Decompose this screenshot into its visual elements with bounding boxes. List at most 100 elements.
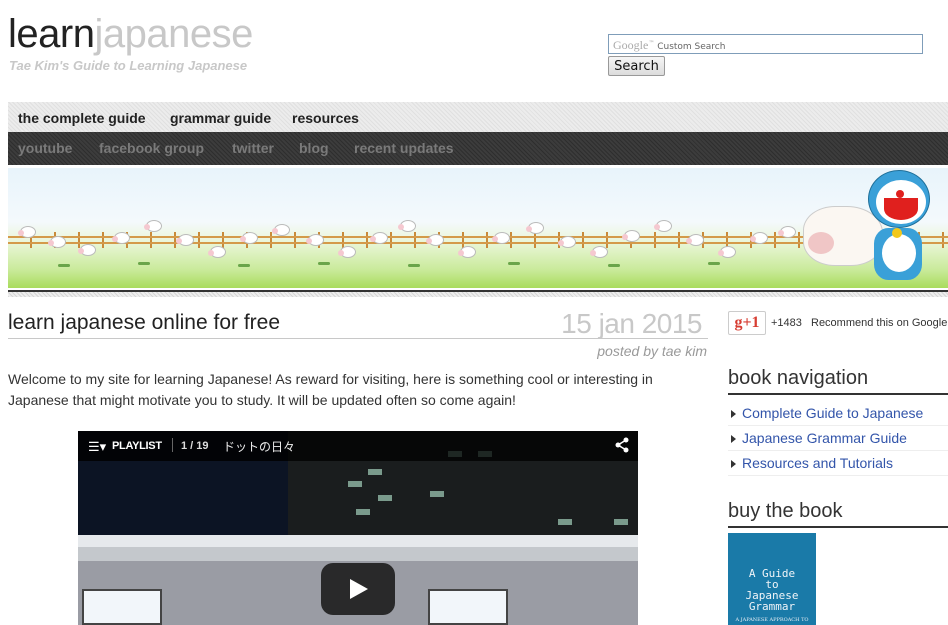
station-sign [428,589,508,625]
post-title-rule [8,338,708,339]
search-input[interactable]: Google™ Custom Search [608,34,923,54]
trademark-mark: ™ [648,40,655,47]
sheep-icon [622,230,640,242]
window [356,509,370,515]
playlist-menu-icon[interactable]: ☰▾ [88,439,106,455]
sheep-icon [750,232,768,244]
site-tagline: Tae Kim's Guide to Learning Japanese [9,58,248,73]
sheep-icon [78,244,96,256]
video-frame-sky [78,461,288,536]
playlist-position: 1 / 19 [181,440,209,452]
book-navigation-heading: book navigation [728,367,869,389]
window [348,481,362,487]
google-brand: Google [613,38,649,52]
sheep-icon [558,236,576,248]
bullet-arrow-icon [731,460,736,468]
window [378,495,392,501]
search-button[interactable]: Search [608,56,665,76]
buy-the-book-heading: buy the book [728,500,843,522]
sheep-icon [176,234,194,246]
book-navigation-list: Complete Guide to Japanese Japanese Gram… [728,401,948,476]
secondary-nav: youtube facebook group twitter blog rece… [8,132,948,165]
book-nav-item[interactable]: Japanese Grammar Guide [728,426,948,451]
sheep-icon [654,220,672,232]
cartoon-robot-nose [896,190,904,198]
post-body: Welcome to my site for learning Japanese… [8,371,653,408]
sheep-icon [272,224,290,236]
grass [318,262,330,265]
sheep-icon [338,246,356,258]
window [430,491,444,497]
bell-icon [892,228,902,238]
logo-learn: learn [8,12,95,56]
book-nav-link-grammar-guide[interactable]: Japanese Grammar Guide [742,430,907,446]
grass [508,262,520,265]
grass [238,264,250,267]
google-plus-label: Recommend this on Google [811,317,948,329]
video-player[interactable]: ☰▾ PLAYLIST 1 / 19 ドットの日々 [78,431,638,625]
nav-twitter[interactable]: twitter [232,140,274,156]
header-banner [8,168,948,288]
bullet-arrow-icon [731,435,736,443]
grass [608,264,620,267]
book-cover-image[interactable]: A Guide to Japanese Grammar A JAPANESE A… [728,533,816,625]
post-title: learn japanese online for free [8,311,281,334]
site-logo[interactable]: learnjapanese [8,12,253,56]
nav-complete-guide[interactable]: the complete guide [18,110,146,126]
sheep-icon [686,234,704,246]
buy-the-book-rule [728,526,948,528]
video-frame-roof [78,547,638,561]
sheep-icon [48,236,66,248]
sheep-icon [778,226,796,238]
bullet-arrow-icon [731,410,736,418]
nav-recent-updates[interactable]: recent updates [354,140,454,156]
sheep-icon [426,234,444,246]
sheep-icon [492,232,510,244]
sheep-icon [398,220,416,232]
nav-facebook-group[interactable]: facebook group [99,140,204,156]
search-placeholder: Custom Search [657,42,726,52]
banner-divider-hatch [8,292,948,297]
primary-nav: the complete guide grammar guide resourc… [8,102,948,132]
grass [408,264,420,267]
book-nav-item[interactable]: Complete Guide to Japanese [728,401,948,426]
separator [172,438,173,452]
sheep-icon [370,232,388,244]
google-plus-button[interactable]: g+1 [728,311,766,335]
cartoon-robot-belly [882,234,916,272]
sheep-icon [458,246,476,258]
nav-blog[interactable]: blog [299,140,329,156]
grass [138,262,150,265]
post-date: 15 jan 2015 [561,308,702,339]
nav-youtube[interactable]: youtube [18,140,72,156]
book-cover-title: A Guide to Japanese Grammar [728,568,816,612]
grass [708,262,720,265]
book-nav-link-resources[interactable]: Resources and Tutorials [742,455,893,471]
book-navigation-rule [728,393,948,395]
window [558,519,572,525]
nav-grammar-guide[interactable]: grammar guide [170,110,271,126]
window [368,469,382,475]
nav-resources[interactable]: resources [292,110,359,126]
large-sheep-head [808,232,834,254]
video-frame-platform [78,535,638,547]
playlist-label[interactable]: PLAYLIST [112,440,162,452]
sheep-icon [590,246,608,258]
book-nav-link-complete-guide[interactable]: Complete Guide to Japanese [742,405,923,421]
book-nav-item[interactable]: Resources and Tutorials [728,451,948,476]
share-icon[interactable] [614,437,630,453]
sheep-icon [18,226,36,238]
sheep-icon [306,234,324,246]
video-title[interactable]: ドットの日々 [223,438,295,455]
sheep-icon [240,232,258,244]
cartoon-robot-mouth [884,198,918,220]
sheep-icon [144,220,162,232]
grass [58,264,70,267]
play-icon[interactable] [321,563,395,615]
station-sign [82,589,162,625]
sheep-icon [526,222,544,234]
post-byline: posted by tae kim [597,343,707,359]
video-top-bar: ☰▾ PLAYLIST 1 / 19 ドットの日々 [78,431,638,461]
sheep-icon [718,246,736,258]
sheep-icon [112,232,130,244]
